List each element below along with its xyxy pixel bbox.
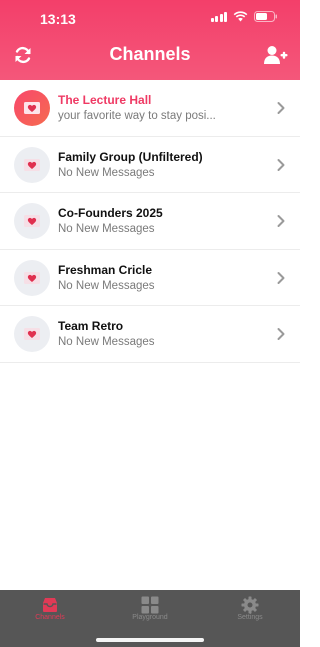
chevron-right-icon (277, 158, 285, 171)
home-indicator[interactable] (96, 638, 204, 642)
gear-icon (240, 596, 260, 614)
channel-name: Freshman Cricle (58, 262, 153, 277)
tab-label: Playground (132, 614, 168, 621)
channel-item[interactable]: Family Group (Unfiltered) No New Message… (0, 136, 300, 193)
mail-heart-icon (24, 102, 40, 114)
chevron-right-icon (277, 215, 285, 227)
chevron-right-icon (277, 271, 285, 284)
page-title: Channels (109, 44, 191, 64)
add-user-icon (264, 46, 288, 64)
channel-avatar (14, 146, 50, 183)
channel-avatar (14, 203, 50, 239)
channel-subtitle: No New Messages (58, 166, 155, 179)
signal-icon (210, 11, 227, 22)
wifi-icon (233, 11, 248, 22)
channel-item[interactable]: Freshman Cricle No New Messages (0, 249, 300, 306)
channel-subtitle: No New Messages (58, 223, 155, 235)
status-icons (210, 11, 279, 22)
channel-name: Co-Founders 2025 (58, 206, 163, 220)
mail-heart-icon (24, 215, 40, 227)
mail-heart-icon (24, 158, 40, 171)
tab-label: Channels (35, 614, 65, 621)
channel-name: Team Retro (58, 319, 124, 333)
channel-subtitle: your favorite way to stay posi... (58, 110, 216, 122)
channel-avatar (14, 90, 50, 126)
status-bar: 13:13 (0, 0, 300, 36)
chevron-right-icon (277, 328, 285, 340)
channel-item[interactable]: Co-Founders 2025 No New Messages (0, 193, 300, 250)
channel-item[interactable]: The Lecture Hall your favorite way to st… (0, 80, 300, 137)
channel-name: Family Group (Unfiltered) (58, 149, 203, 164)
inbox-icon (40, 596, 60, 614)
chevron-right-icon (277, 102, 285, 114)
nav-bar: Channels (0, 36, 300, 80)
mail-heart-icon (24, 328, 40, 340)
channel-subtitle: No New Messages (58, 279, 155, 292)
channel-avatar (14, 259, 50, 296)
battery-icon (254, 11, 278, 22)
tab-settings[interactable]: Settings (200, 590, 300, 647)
screen: 13:13 Channels The Lecture Hall your fav… (0, 0, 300, 647)
channel-item[interactable]: Team Retro No New Messages (0, 306, 300, 363)
channel-avatar (14, 316, 50, 352)
mail-heart-icon (24, 271, 40, 284)
tab-label: Settings (237, 614, 263, 621)
header: 13:13 Channels (0, 0, 300, 80)
channel-name: The Lecture Hall (58, 93, 152, 107)
grid-icon (140, 596, 160, 614)
tab-channels[interactable]: Channels (0, 590, 100, 647)
add-user-button[interactable] (262, 42, 290, 68)
channel-subtitle: No New Messages (58, 336, 155, 348)
channel-list: The Lecture Hall your favorite way to st… (0, 80, 300, 363)
status-time: 13:13 (40, 11, 76, 27)
